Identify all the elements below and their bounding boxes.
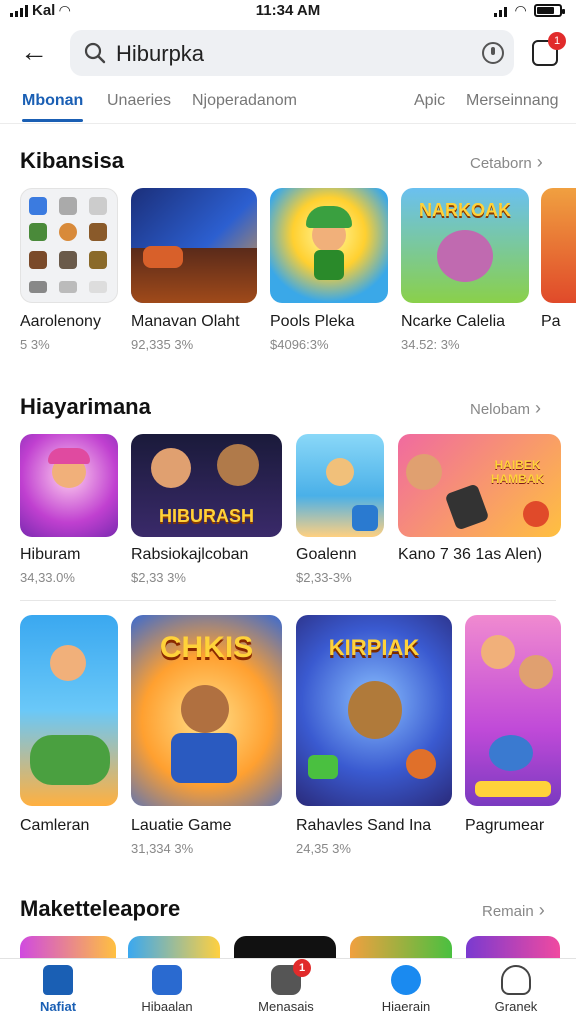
tab-njoperadanom[interactable]: Njoperadanom bbox=[192, 92, 297, 110]
cart-icon[interactable]: 1 bbox=[532, 32, 566, 66]
nav-label: Granek bbox=[494, 999, 538, 1014]
app-name[interactable]: Kano 7 36 1as Alen) bbox=[398, 546, 568, 564]
status-bar: Kal ◠ 11:34 AM ◠ bbox=[0, 0, 576, 24]
game-art[interactable] bbox=[20, 615, 118, 806]
game-art[interactable]: HIBURASH bbox=[131, 434, 282, 537]
app-icon-grid[interactable] bbox=[20, 188, 118, 303]
app-name[interactable]: Pools Pleka bbox=[270, 313, 394, 331]
app-name[interactable]: Pa bbox=[541, 313, 576, 331]
games-icon bbox=[152, 965, 182, 995]
app-name[interactable]: Hiburam bbox=[20, 546, 124, 564]
nav-profile[interactable]: Granek bbox=[466, 965, 566, 1014]
app-name[interactable]: Rahavles Sand Ina bbox=[296, 817, 456, 835]
game-art[interactable] bbox=[350, 936, 452, 958]
section-title: Kibansisa bbox=[20, 148, 124, 173]
game-art[interactable]: HAIBEK HAMBAK bbox=[398, 434, 561, 537]
search-icon bbox=[84, 42, 106, 64]
game-art[interactable] bbox=[234, 936, 336, 958]
search-header: ← Hiburpka 1 bbox=[0, 28, 576, 78]
bottom-navigation: Nafiat Hibaalan 1 Menasais Hiaerain Gran… bbox=[0, 958, 576, 1024]
app-name[interactable]: Lauatie Game bbox=[131, 817, 282, 835]
see-all-link[interactable]: Nelobam bbox=[470, 398, 541, 419]
app-meta: 31,334 3% bbox=[131, 841, 194, 856]
game-art[interactable] bbox=[465, 615, 561, 806]
game-art[interactable] bbox=[20, 936, 116, 958]
app-meta: 5 3% bbox=[20, 337, 50, 352]
app-name[interactable]: Ncarke Calelia bbox=[401, 313, 531, 331]
game-art[interactable]: KIRPIAK bbox=[296, 615, 452, 806]
battery-icon bbox=[534, 4, 565, 17]
game-art[interactable] bbox=[466, 936, 560, 958]
chat-icon: 1 bbox=[271, 959, 311, 995]
app-meta: 34.52: 3% bbox=[401, 337, 460, 352]
game-art[interactable] bbox=[296, 434, 384, 537]
tab-mbonan[interactable]: Mbonan bbox=[22, 92, 84, 122]
game-art[interactable] bbox=[541, 188, 576, 303]
nav-share[interactable]: Hiaerain bbox=[356, 965, 456, 1014]
app-meta: $4096:3% bbox=[270, 337, 329, 352]
share-icon bbox=[391, 965, 421, 995]
app-name[interactable]: Goalenn bbox=[296, 546, 392, 564]
nav-messages[interactable]: 1 Menasais bbox=[236, 959, 336, 1014]
game-art[interactable] bbox=[131, 188, 257, 303]
cart-badge: 1 bbox=[548, 32, 566, 50]
app-meta: 34,33.0% bbox=[20, 570, 75, 585]
game-art-title: HAIBEK HAMBAK bbox=[490, 458, 545, 486]
app-name[interactable]: Aarolenony bbox=[20, 313, 124, 331]
nav-label: Hiaerain bbox=[381, 999, 431, 1014]
category-tabs: Mbonan Unaeries Njoperadanom Apic Mersei… bbox=[0, 84, 576, 124]
game-art-title: HIBURASH bbox=[158, 506, 254, 526]
nav-label: Menasais bbox=[258, 999, 314, 1014]
app-name[interactable]: Manavan Olaht bbox=[131, 313, 261, 331]
back-arrow-icon[interactable]: ← bbox=[20, 38, 50, 68]
app-meta: $2,33-3% bbox=[296, 570, 352, 585]
section-title: Hiayarimana bbox=[20, 394, 151, 419]
wifi-icon: ◠ bbox=[515, 2, 526, 18]
nav-label: Nafiat bbox=[39, 999, 77, 1014]
clock: 11:34 AM bbox=[255, 2, 321, 19]
game-art[interactable] bbox=[270, 188, 388, 303]
app-name[interactable]: Camleran bbox=[20, 817, 124, 835]
signal-icon bbox=[494, 5, 508, 17]
see-all-link[interactable]: Cetaborn bbox=[470, 152, 543, 173]
search-bar[interactable]: Hiburpka bbox=[70, 30, 514, 76]
see-all-link[interactable]: Remain bbox=[482, 900, 545, 921]
nav-games[interactable]: Hibaalan bbox=[117, 965, 217, 1014]
voice-search-icon[interactable] bbox=[482, 42, 504, 64]
app-name[interactable]: Rabsiokajlcoban bbox=[131, 546, 282, 564]
app-meta: $2,33 3% bbox=[131, 570, 186, 585]
section-title: Maketteleapore bbox=[20, 896, 181, 921]
app-name[interactable]: Pagrumear bbox=[465, 817, 565, 835]
tab-unaeries[interactable]: Unaeries bbox=[107, 92, 171, 110]
game-art-title: CHKIS bbox=[159, 631, 254, 664]
game-art[interactable]: CHKIS bbox=[131, 615, 282, 806]
game-art[interactable] bbox=[128, 936, 220, 958]
nav-home[interactable]: Nafiat bbox=[8, 965, 108, 1014]
nav-label: Hibaalan bbox=[141, 999, 193, 1014]
notification-badge: 1 bbox=[293, 959, 311, 977]
app-meta: 24,35 3% bbox=[296, 841, 351, 856]
game-art-title: NARKOAK bbox=[419, 200, 511, 220]
game-art[interactable] bbox=[20, 434, 118, 537]
app-meta: 92,335 3% bbox=[131, 337, 194, 352]
divider bbox=[20, 600, 556, 601]
game-art-title: KIRPIAK bbox=[328, 635, 420, 660]
game-art[interactable]: NARKOAK bbox=[401, 188, 529, 303]
search-input[interactable]: Hiburpka bbox=[116, 41, 204, 67]
status-right: ◠ bbox=[494, 2, 565, 19]
home-icon bbox=[43, 965, 73, 995]
tab-apic[interactable]: Apic bbox=[414, 92, 445, 110]
tab-merseinnang[interactable]: Merseinnang bbox=[466, 92, 559, 110]
profile-icon bbox=[501, 965, 531, 995]
